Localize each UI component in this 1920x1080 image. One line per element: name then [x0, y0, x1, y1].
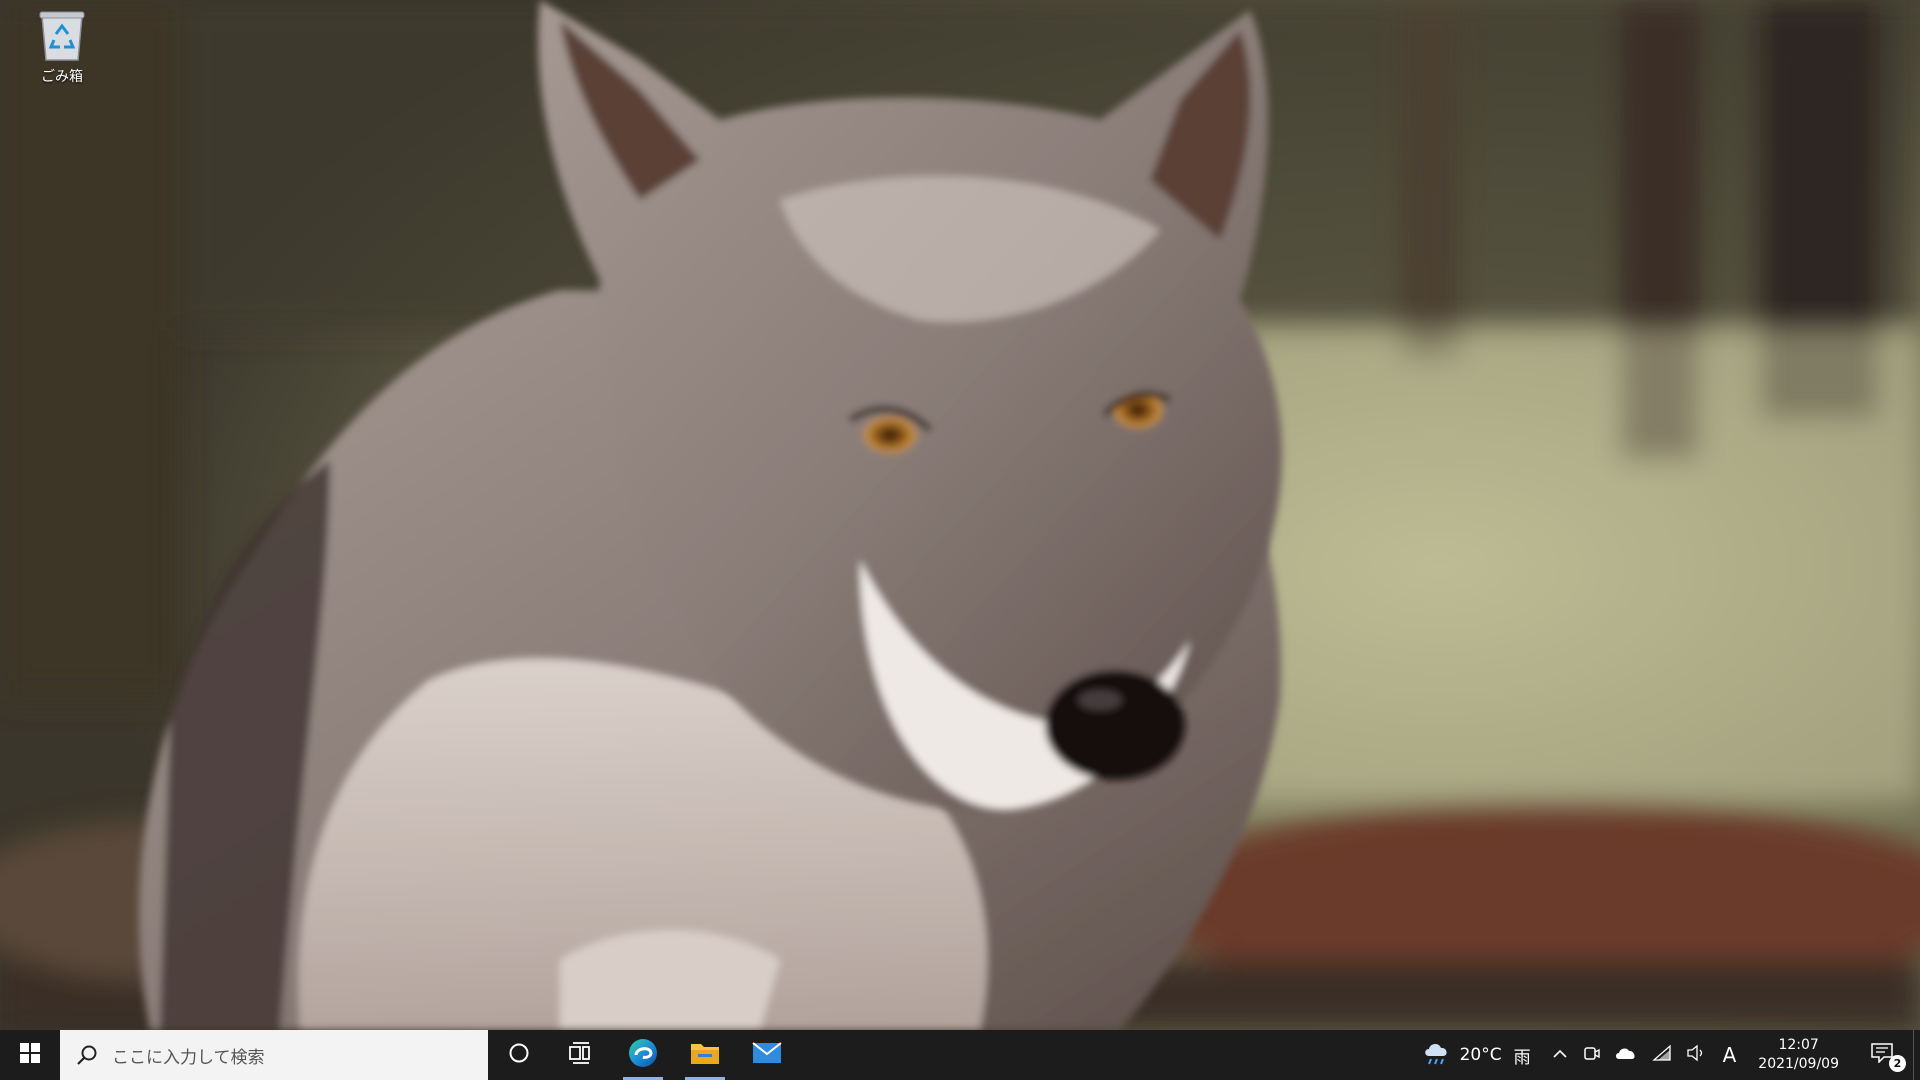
- desktop-icon-label: ごみ箱: [41, 69, 83, 85]
- start-button[interactable]: [0, 1030, 60, 1080]
- folder-icon: [690, 1040, 720, 1070]
- meet-now-icon: [1582, 1043, 1600, 1068]
- search-icon: [76, 1044, 98, 1066]
- weather-temperature: 20°C: [1459, 1045, 1502, 1065]
- edge-button[interactable]: [612, 1030, 674, 1080]
- recycle-bin-icon: [36, 8, 88, 64]
- rain-cloud-icon: [1422, 1040, 1452, 1071]
- desktop-icon-recycle-bin[interactable]: ごみ箱: [22, 8, 102, 86]
- task-view-icon: [569, 1042, 593, 1068]
- weather-widget[interactable]: 20°C 雨: [1414, 1030, 1545, 1080]
- network-button[interactable]: [1645, 1030, 1679, 1080]
- action-center-button[interactable]: 2: [1851, 1030, 1913, 1080]
- system-tray: 20°C 雨 A 12:07 2021/09/09 2: [1414, 1030, 1920, 1080]
- onedrive-cloud-icon: [1614, 1045, 1638, 1066]
- notification-count-badge: 2: [1889, 1055, 1906, 1072]
- taskbar: ここに入力して検索 20°C 雨 A 12:07 2021/09/09 2: [0, 1030, 1920, 1080]
- wolf-wallpaper-image: [0, 0, 1920, 1030]
- volume-icon: [1686, 1044, 1706, 1067]
- mail-button[interactable]: [736, 1030, 798, 1080]
- file-explorer-button[interactable]: [674, 1030, 736, 1080]
- meet-now-button[interactable]: [1575, 1030, 1607, 1080]
- weather-condition: 雨: [1513, 1047, 1531, 1068]
- wifi-icon: [1651, 1044, 1672, 1067]
- search-placeholder: ここに入力して検索: [112, 1047, 265, 1068]
- clock[interactable]: 12:07 2021/09/09: [1746, 1030, 1851, 1080]
- mail-icon: [752, 1041, 782, 1069]
- chevron-up-icon: [1552, 1045, 1568, 1065]
- show-hidden-icons-button[interactable]: [1545, 1030, 1575, 1080]
- clock-date: 2021/09/09: [1758, 1056, 1839, 1072]
- edge-icon: [627, 1037, 659, 1073]
- search-input[interactable]: ここに入力して検索: [60, 1030, 488, 1080]
- onedrive-button[interactable]: [1607, 1030, 1645, 1080]
- volume-button[interactable]: [1679, 1030, 1713, 1080]
- windows-logo-icon: [20, 1043, 40, 1067]
- ime-mode-indicator[interactable]: A: [1713, 1030, 1747, 1080]
- task-view-button[interactable]: [550, 1030, 612, 1080]
- ime-mode-label: A: [1722, 1043, 1737, 1067]
- clock-time: 12:07: [1778, 1037, 1819, 1053]
- desktop-wallpaper: [0, 0, 1920, 1030]
- cortana-button[interactable]: [488, 1030, 550, 1080]
- circle-icon: [508, 1042, 530, 1068]
- show-desktop-button[interactable]: [1913, 1030, 1920, 1080]
